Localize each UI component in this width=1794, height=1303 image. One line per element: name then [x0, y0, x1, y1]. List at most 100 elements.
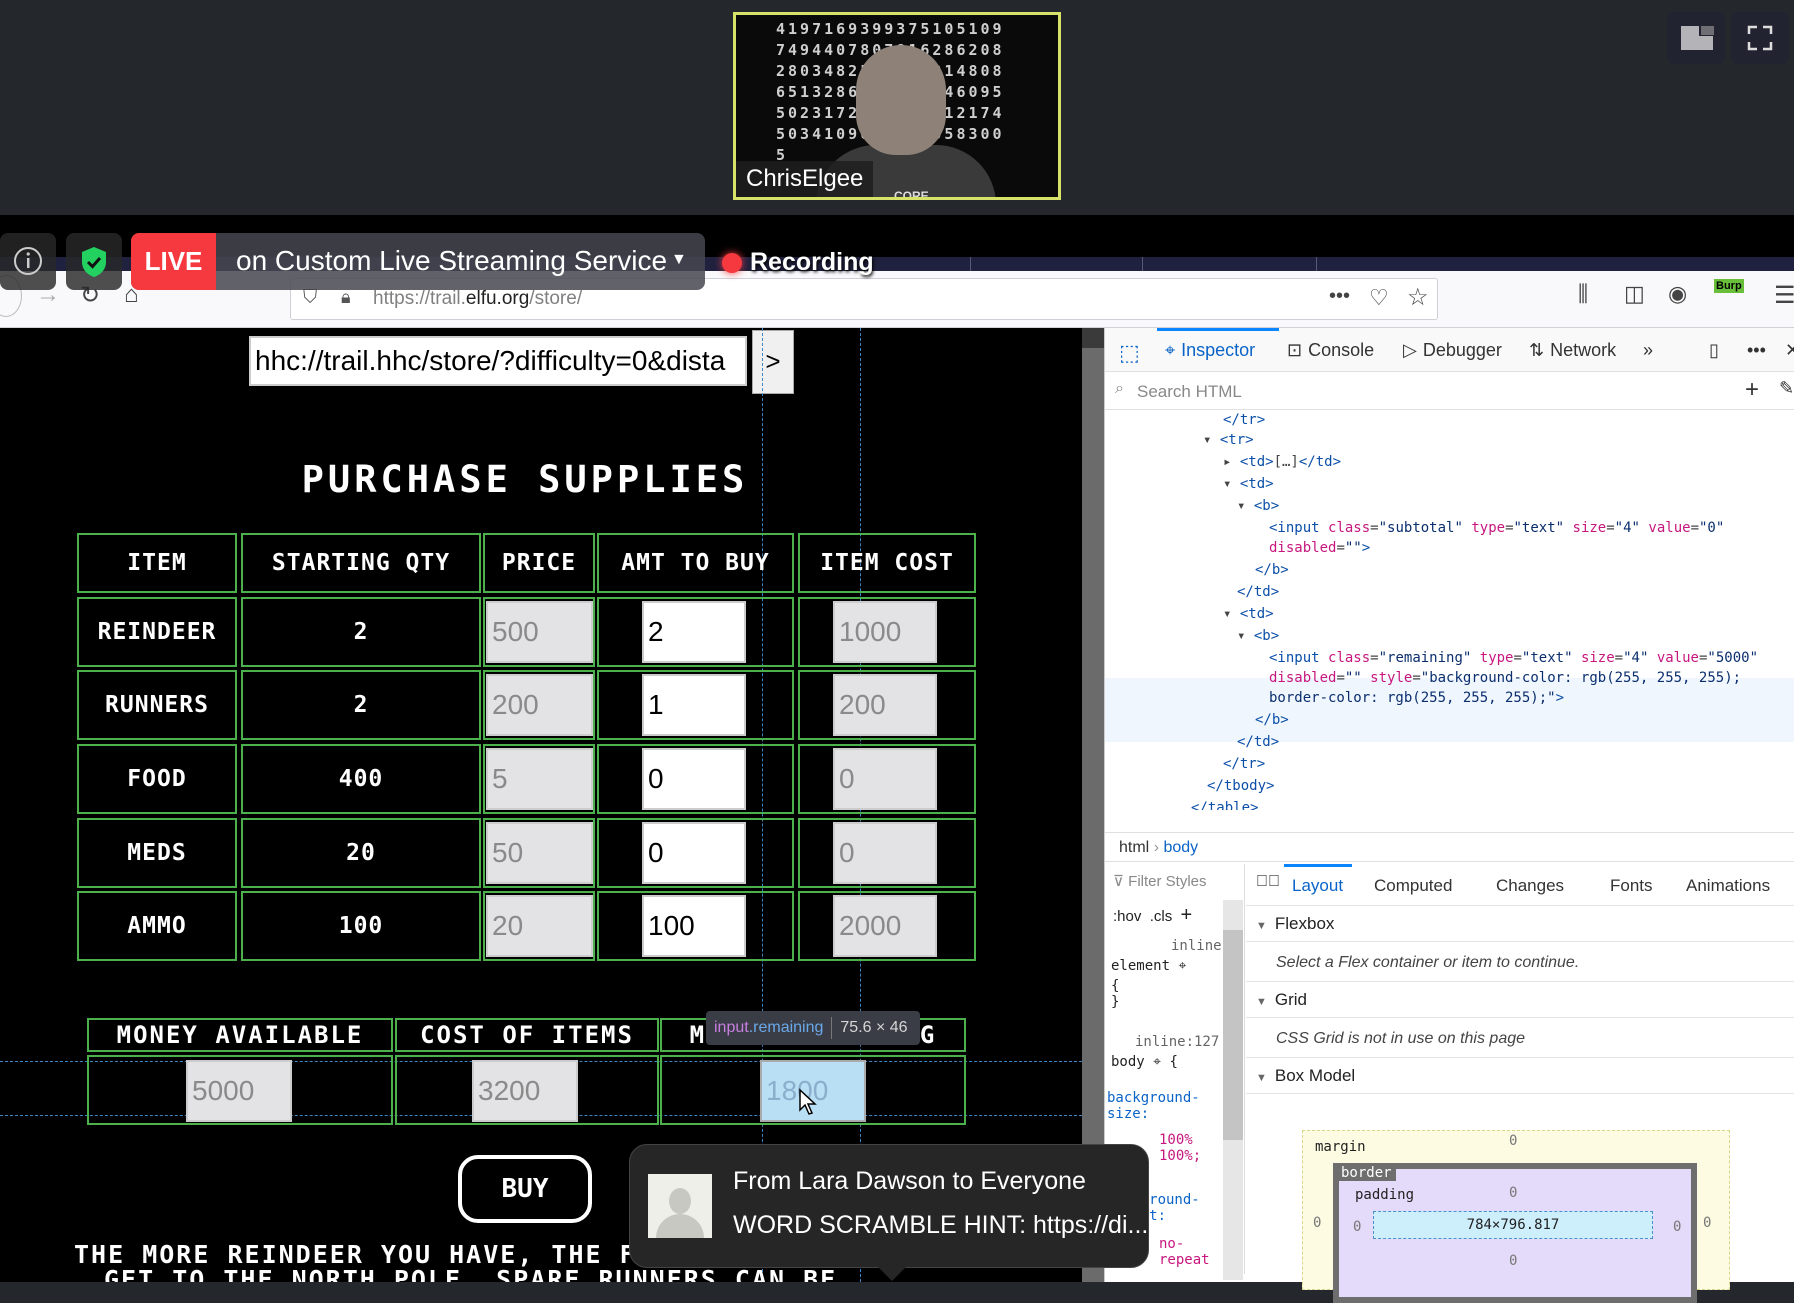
summary-header-cell: MONEY AVAILABLE	[87, 1018, 393, 1052]
page-actions-icon[interactable]: •••	[1329, 285, 1350, 308]
encryption-button[interactable]	[66, 233, 122, 290]
css-property[interactable]: background-size:	[1107, 1090, 1203, 1122]
add-node-icon[interactable]: +	[1745, 376, 1759, 404]
tab-inspector[interactable]: ⌖ Inspector	[1165, 340, 1255, 361]
markup-line[interactable]: </b>	[1255, 710, 1289, 730]
sidebar-icon[interactable]: ◫	[1624, 281, 1645, 307]
burp-extension-icon[interactable]: Burp	[1714, 279, 1744, 293]
money-available-input: 5000	[186, 1060, 292, 1122]
game-go-button[interactable]: >	[752, 330, 794, 394]
search-icon: ⌕	[1115, 380, 1124, 397]
tracking-shield-icon[interactable]: ⛉	[303, 287, 317, 309]
markup-line[interactable]: border-color: rgb(255, 255, 255);">	[1269, 688, 1564, 708]
participant-head	[856, 45, 946, 155]
more-tabs-icon[interactable]: »	[1643, 340, 1653, 361]
markup-line[interactable]: </tbody>	[1207, 776, 1274, 796]
tab-computed[interactable]: Computed	[1374, 876, 1452, 896]
price-input: 20	[486, 895, 593, 957]
tab-fonts[interactable]: Fonts	[1610, 876, 1653, 896]
devtools-panel: ⬚ ⌖ Inspector ⊡ Console ▷ Debugger ⇅ Network…	[1104, 328, 1794, 1303]
tab-network[interactable]: ⇅ Network	[1529, 340, 1616, 361]
menu-icon[interactable]: ☰	[1774, 281, 1794, 310]
markup-line[interactable]: ▾ <tr>	[1203, 430, 1254, 450]
page-scrollbar[interactable]	[1082, 328, 1104, 1282]
page-scrollbar-up-arrow[interactable]	[1082, 328, 1104, 348]
css-value[interactable]: no-repeat	[1159, 1236, 1210, 1268]
tab-changes[interactable]: Changes	[1496, 876, 1564, 896]
amt-input[interactable]: 100	[642, 895, 746, 957]
markup-line[interactable]: </tr>	[1223, 410, 1265, 430]
markup-line[interactable]: </tr>	[1223, 754, 1265, 774]
library-icon[interactable]: ⫼	[1578, 281, 1588, 307]
live-stream-label: on Custom Live Streaming Service	[236, 245, 668, 276]
markup-view: </tr> ▾ <tr> ▸ <td>[…]</td> ▾ <td> ▾ <b>…	[1105, 410, 1794, 810]
grid-section-header[interactable]: ▼ Grid	[1246, 982, 1794, 1018]
box-model-section-header[interactable]: ▼ Box Model	[1246, 1058, 1794, 1094]
amt-input[interactable]: 0	[642, 748, 746, 810]
flexbox-section-header[interactable]: ▼ Flexbox	[1246, 906, 1794, 942]
pocket-icon[interactable]: ♡	[1369, 285, 1389, 311]
rules-scrollbar[interactable]	[1223, 900, 1243, 1280]
devtools-menu-icon[interactable]: •••	[1747, 340, 1766, 361]
cls-toggle[interactable]: .cls	[1150, 908, 1173, 925]
view-layout-button[interactable]	[1667, 12, 1725, 64]
markup-line[interactable]: ▾ <td>	[1223, 474, 1274, 494]
markup-line[interactable]: ▾ <b>	[1237, 626, 1279, 646]
eyedropper-icon[interactable]: ✎	[1779, 378, 1794, 399]
inspector-icon: ⌖	[1165, 340, 1176, 360]
cost-input: 0	[833, 748, 937, 810]
meeting-info-button[interactable]	[0, 233, 56, 290]
participant-video-tile[interactable]: 4197169399375105109749440780781628620828…	[733, 12, 1061, 200]
markup-line[interactable]: disabled="">	[1269, 538, 1370, 558]
markup-line[interactable]: </td>	[1237, 582, 1279, 602]
lock-icon[interactable]: 🔒︎	[341, 287, 351, 308]
css-value[interactable]: 100% 100%;	[1159, 1132, 1203, 1164]
table-cell: 100	[241, 891, 481, 961]
box-model-margin[interactable]: margin 0 0 0 border padding 0 0 0 784×79…	[1302, 1130, 1730, 1303]
table-row-item: RUNNERS	[77, 670, 237, 740]
box-model-content-size[interactable]: 784×796.817	[1373, 1211, 1653, 1239]
markup-line[interactable]: ▾ <td>	[1223, 604, 1274, 624]
recording-indicator: Recording	[722, 248, 874, 277]
element-picker-icon[interactable]: ⬚	[1119, 340, 1140, 366]
url-text[interactable]: https://trail.elfu.org/store/	[373, 288, 582, 310]
tab-debugger[interactable]: ▷ Debugger	[1403, 340, 1502, 361]
bookmark-star-icon[interactable]: ☆	[1407, 283, 1429, 312]
amt-input[interactable]: 0	[642, 822, 746, 884]
markup-line[interactable]: disabled="" style="background-color: rgb…	[1269, 668, 1741, 688]
markup-line-selected[interactable]: <input class="remaining" type="text" siz…	[1269, 648, 1758, 668]
tab-console[interactable]: ⊡ Console	[1287, 340, 1374, 361]
markup-line[interactable]: ▾ <b>	[1237, 496, 1279, 516]
breadcrumb-body[interactable]: body	[1163, 839, 1198, 856]
breadcrumb-html[interactable]: html	[1119, 839, 1149, 856]
add-rule-icon[interactable]: +	[1181, 904, 1193, 926]
pseudo-toggles: :hov .cls +	[1113, 904, 1192, 927]
markup-line[interactable]: <input class="subtotal" type="text" size…	[1269, 518, 1724, 538]
markup-line[interactable]: ▸ <td>[…]</td>	[1223, 452, 1341, 472]
box-model-border[interactable]: border padding 0 0 0 784×796.817 0	[1333, 1163, 1697, 1303]
game-url-input[interactable]: hhc://trail.hhc/store/?difficulty=0&dist…	[249, 336, 747, 386]
markup-line[interactable]: </b>	[1255, 560, 1289, 580]
live-stream-dropdown[interactable]: LIVE on Custom Live Streaming Service ▼	[131, 233, 705, 290]
grid-message: CSS Grid is not in use on this page	[1246, 1018, 1794, 1058]
buy-button[interactable]: BUY	[458, 1155, 592, 1223]
rule-source[interactable]: inline:127	[1135, 1034, 1219, 1050]
amt-input[interactable]: 2	[642, 601, 746, 663]
amt-input[interactable]: 1	[642, 674, 746, 736]
filter-styles-input[interactable]: ⊽ Filter Styles	[1113, 872, 1207, 890]
markup-line[interactable]: </table>	[1191, 798, 1258, 810]
markup-line[interactable]: </td>	[1237, 732, 1279, 752]
hov-toggle[interactable]: :hov	[1113, 908, 1141, 925]
network-icon: ⇅	[1529, 340, 1545, 360]
close-devtools-icon[interactable]: ✕	[1785, 340, 1794, 361]
responsive-design-icon[interactable]: ▯	[1709, 340, 1719, 361]
console-icon: ⊡	[1287, 340, 1303, 360]
tab-animations[interactable]: Animations	[1686, 876, 1770, 896]
chat-notification[interactable]: From Lara Dawson to Everyone WORD SCRAMB…	[629, 1144, 1149, 1281]
recording-dot-icon	[722, 252, 742, 273]
account-icon[interactable]: ◉	[1668, 281, 1687, 307]
fullscreen-button[interactable]	[1731, 12, 1789, 64]
tab-layout[interactable]: Layout	[1292, 876, 1343, 896]
toggle-sidebar-icon[interactable]: ▸⃞	[1256, 873, 1280, 891]
search-html-input[interactable]: Search HTML	[1137, 382, 1242, 402]
